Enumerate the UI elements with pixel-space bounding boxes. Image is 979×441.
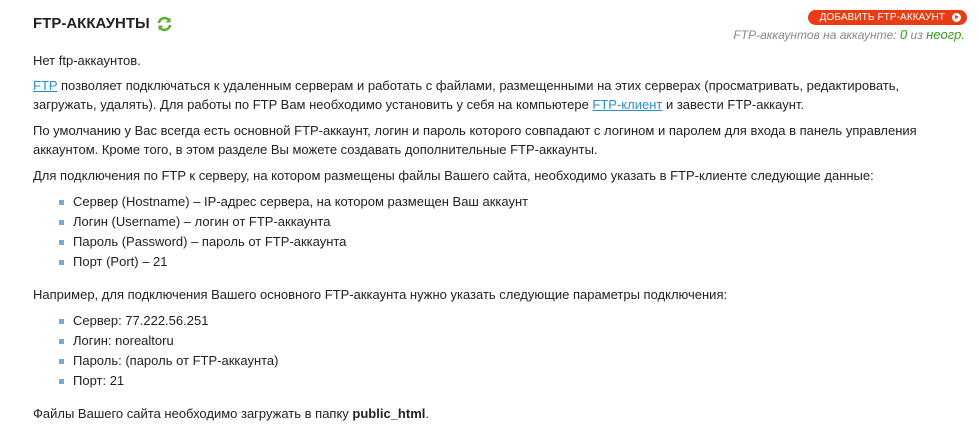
ftp-link[interactable]: FTP — [33, 78, 57, 93]
folder-name: public_html — [352, 406, 426, 421]
connection-intro: Для подключения по FTP к серверу, на кот… — [33, 168, 874, 183]
count-limit: неогр. — [926, 27, 965, 42]
arrow-right-icon — [952, 13, 961, 22]
list-item: Сервер (Hostname) – IP-адрес сервера, на… — [59, 192, 953, 212]
refresh-icon[interactable] — [156, 16, 173, 32]
upload-folder-text: Файлы Вашего сайта необходимо загружать … — [33, 404, 953, 423]
list-item: Пароль: (пароль от FTP-аккаунта) — [59, 351, 953, 371]
count-value: 0 — [899, 27, 908, 42]
list-item: Логин (Username) – логин от FTP-аккаунта — [59, 212, 953, 232]
add-ftp-account-button[interactable]: ДОБАВИТЬ FTP-АККАУНТ — [807, 10, 967, 25]
ftp-description-b: и завести FTP-аккаунт. — [662, 97, 804, 112]
list-item: Порт: 21 — [59, 371, 953, 391]
list-item: Пароль (Password) – пароль от FTP-аккаун… — [59, 232, 953, 252]
ftp-description: FTP позволяет подключаться к удаленным с… — [33, 76, 953, 114]
upload-folder-end: . — [425, 406, 429, 421]
connection-params-list: Сервер (Hostname) – IP-адрес сервера, на… — [33, 192, 953, 272]
list-item: Логин: norealtoru — [59, 331, 953, 351]
count-prefix: FTP-аккаунтов на аккаунте: — [733, 28, 897, 42]
no-accounts-text: Нет ftp-аккаунтов. — [33, 53, 141, 68]
page-title-text: FTP-АККАУНТЫ — [33, 15, 150, 32]
example-params-list: Сервер: 77.222.56.251 Логин: norealtoru … — [33, 311, 953, 391]
example-intro: Например, для подключения Вашего основно… — [33, 287, 728, 302]
list-item: Сервер: 77.222.56.251 — [59, 311, 953, 331]
add-ftp-account-label: ДОБАВИТЬ FTP-АККАУНТ — [819, 12, 945, 23]
default-account-text: По умолчанию у Вас всегда есть основной … — [33, 123, 917, 157]
list-item: Порт (Port) – 21 — [59, 252, 953, 272]
ftp-account-count: FTP-аккаунтов на аккаунте: 0 из неогр. — [733, 27, 965, 42]
upload-folder-prefix: Файлы Вашего сайта необходимо загружать … — [33, 406, 353, 421]
page-title: FTP-АККАУНТЫ — [33, 15, 173, 32]
count-sep: из — [910, 28, 923, 42]
ftp-client-link[interactable]: FTP-клиент — [592, 97, 662, 112]
main-content: Нет ftp-аккаунтов. FTP позволяет подключ… — [33, 51, 953, 423]
